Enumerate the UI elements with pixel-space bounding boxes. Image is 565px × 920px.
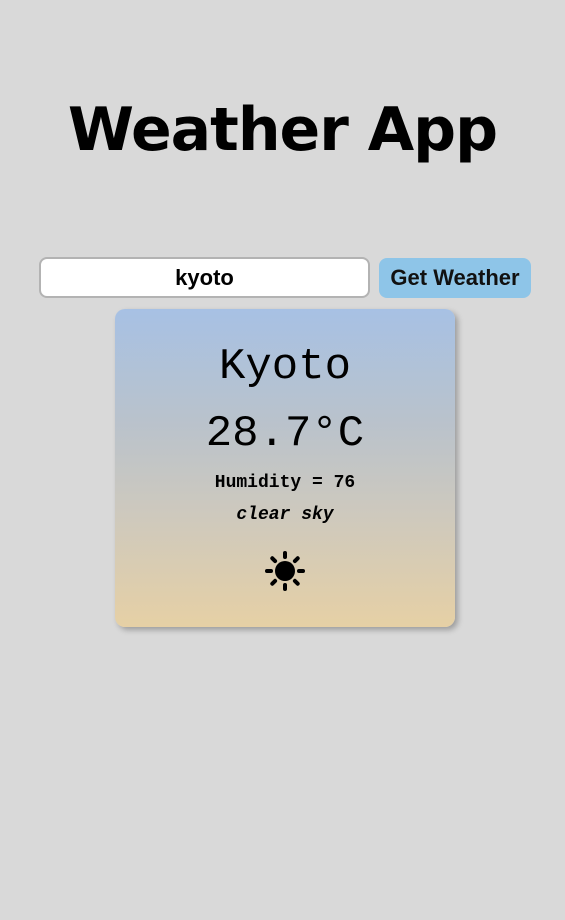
city-name: Kyoto [218, 342, 352, 392]
city-search-input[interactable] [39, 257, 370, 298]
sun-icon [265, 551, 305, 591]
search-row: Get Weather [39, 257, 531, 298]
weather-card: Kyoto 28.7°C Humidity = 76 clear sky [115, 309, 455, 627]
page-title: Weather App [67, 95, 498, 165]
humidity: Humidity = 76 [214, 473, 356, 493]
get-weather-button[interactable]: Get Weather [379, 258, 531, 298]
weather-description: clear sky [236, 505, 334, 525]
temperature: 28.7°C [205, 409, 365, 459]
